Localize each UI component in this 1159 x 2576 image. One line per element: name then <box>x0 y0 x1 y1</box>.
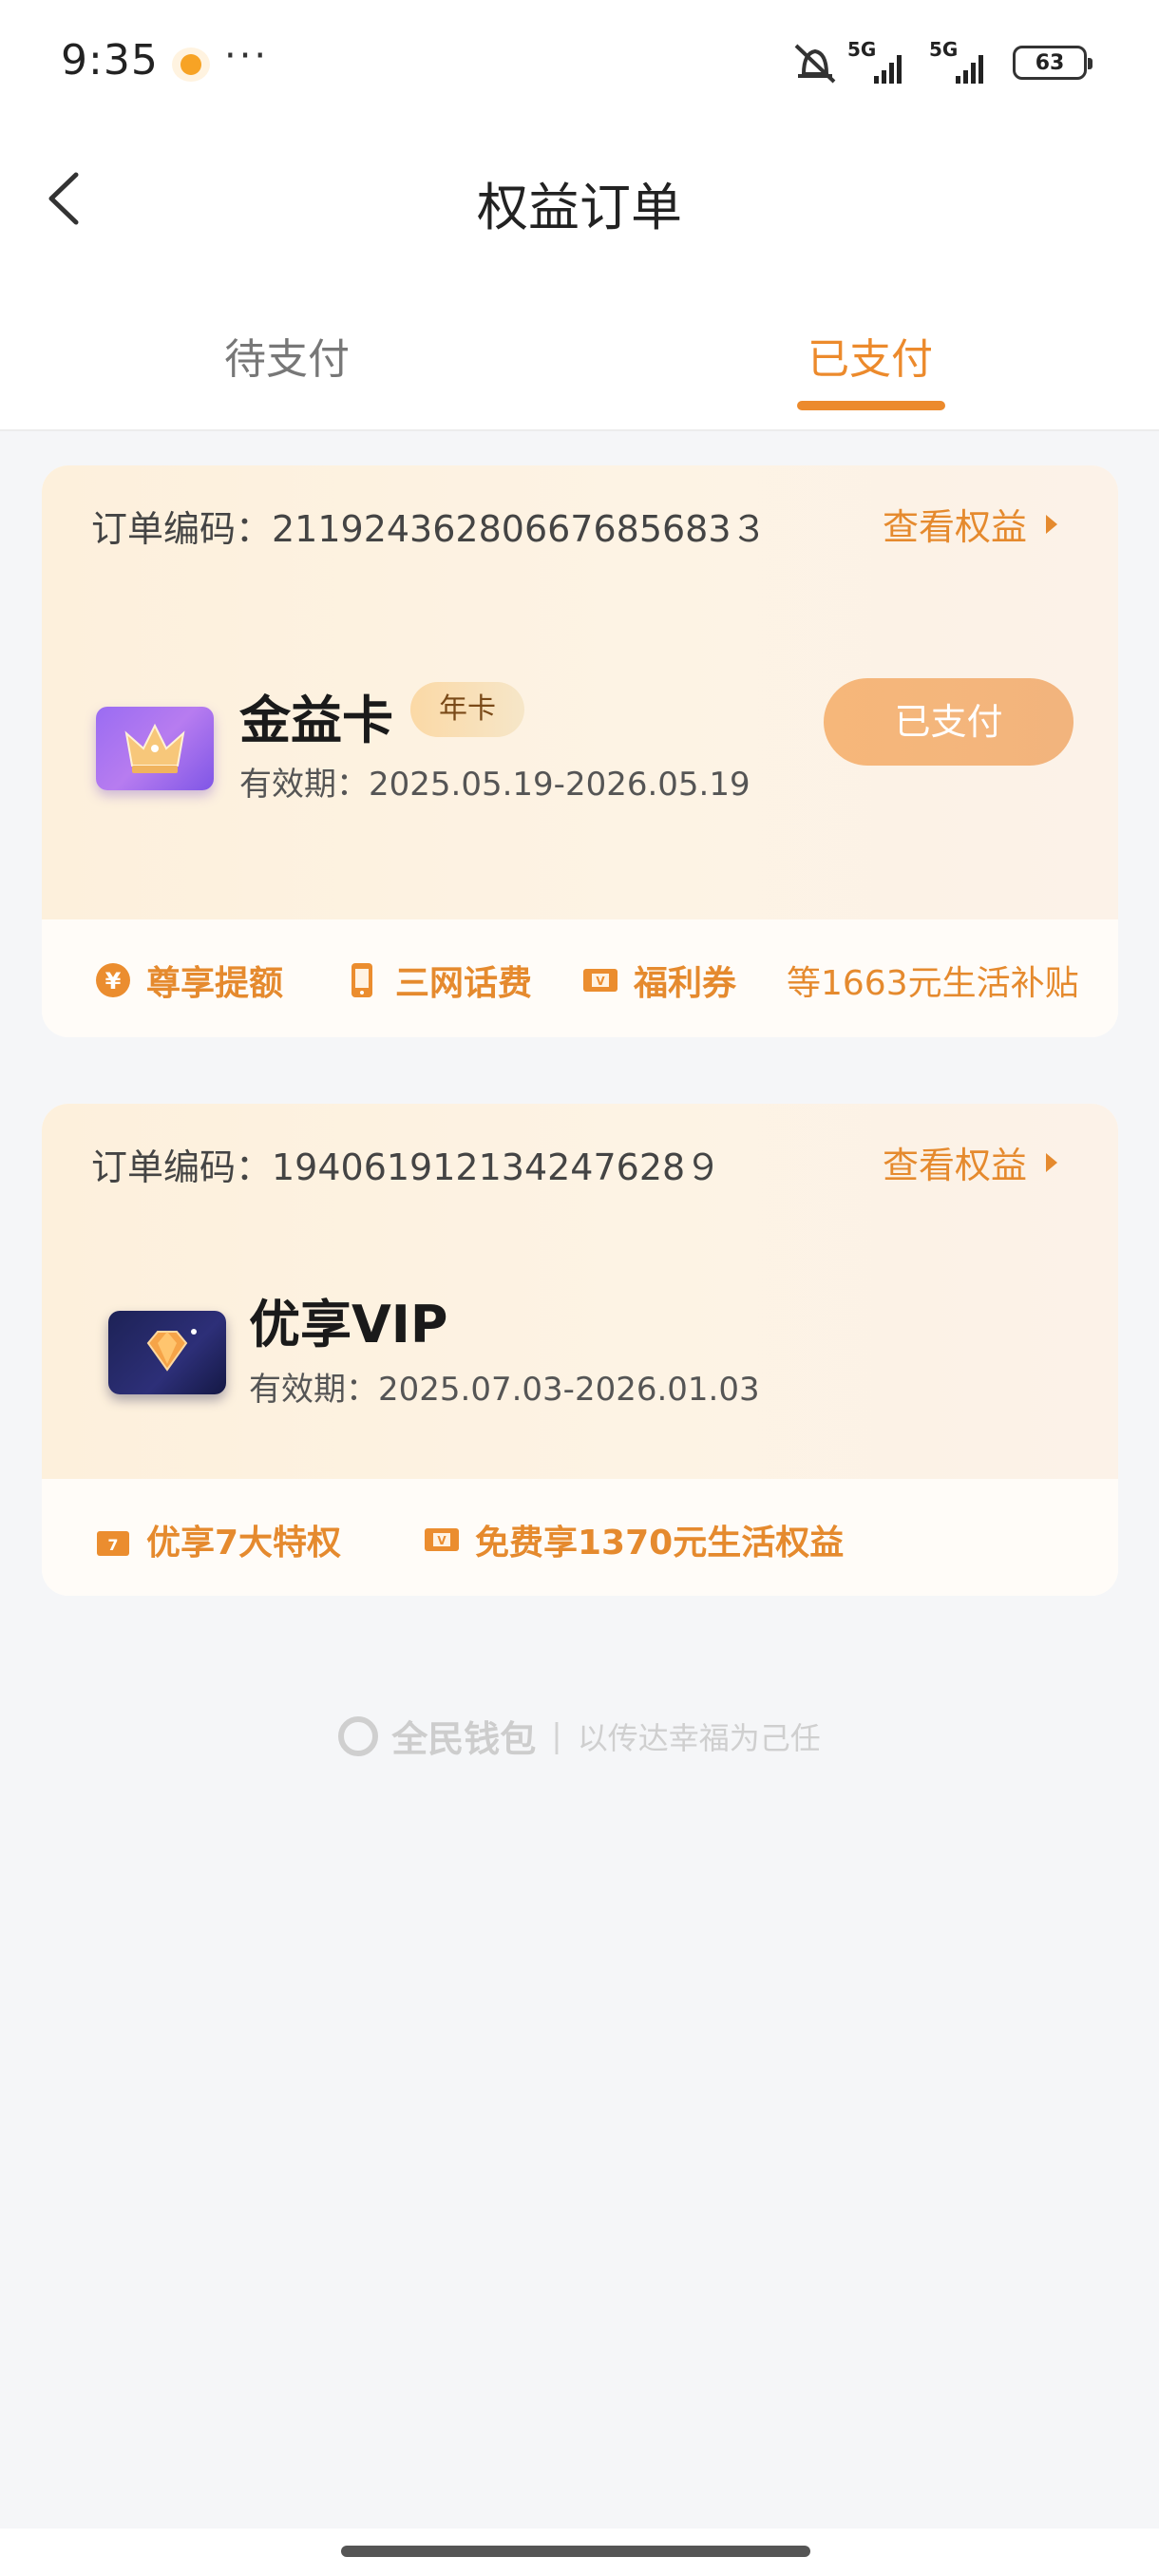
validity-period: 有效期：2025.05.19-2026.05.19 <box>239 766 750 804</box>
page-title: 权益订单 <box>477 178 682 237</box>
active-tab-indicator <box>797 401 945 410</box>
footer-brand: 全民钱包 | 以传达幸福为己任 <box>0 1710 1159 1762</box>
order-number: 订单编码：21192436280667685683３ <box>91 508 768 550</box>
vip-card-thumbnail <box>108 1311 226 1394</box>
svg-text:¥: ¥ <box>105 968 122 994</box>
home-indicator[interactable] <box>341 2546 810 2557</box>
product-name: 优享VIP <box>249 1295 448 1354</box>
svg-text:V: V <box>596 975 605 988</box>
benefit-item: 三网话费 <box>342 956 532 1005</box>
tab-pending[interactable]: 待支付 <box>224 325 350 386</box>
diamond-icon <box>146 1329 197 1372</box>
view-benefits-label: 查看权益 <box>882 1145 1027 1186</box>
view-benefits-link[interactable]: 查看权益 <box>883 1136 1057 1188</box>
view-benefits-label: 查看权益 <box>882 506 1027 548</box>
benefit-item: V 福利券 <box>580 956 736 1005</box>
app-notification-icon <box>172 47 210 82</box>
brand-logo-icon <box>338 1715 379 1756</box>
paid-status-button[interactable]: 已支付 <box>824 678 1074 766</box>
benefit-item: 7 优享7大特权 <box>93 1515 341 1564</box>
tab-paid[interactable]: 已支付 <box>808 325 933 386</box>
brand-separator: | <box>551 1716 562 1755</box>
battery-icon: 63 <box>1013 46 1092 80</box>
order-card-header: 订单编码：194061912134247628９ 查看权益 优享VIP 有效期：… <box>42 1104 1118 1479</box>
page-header: 权益订单 <box>0 123 1159 275</box>
svg-text:7: 7 <box>107 1536 118 1554</box>
order-number: 订单编码：194061912134247628９ <box>91 1146 722 1188</box>
benefits-strip: 7 优享7大特权 V 免费享1370元生活权益 <box>42 1479 1118 1596</box>
phone-icon <box>352 963 372 997</box>
triangle-right-icon <box>1046 1152 1057 1172</box>
gold-card-thumbnail <box>96 707 214 790</box>
benefits-strip: ¥ 尊享提额 三网话费 V 福利券 等1663元生活补贴 <box>42 919 1118 1037</box>
benefit-item: V 免费享1370元生活权益 <box>422 1515 844 1564</box>
coupon-icon: V <box>583 969 618 992</box>
triangle-right-icon <box>1046 514 1057 534</box>
status-bar: 9:35 ··· 5G 5G 63 <box>0 0 1159 123</box>
product-name: 金益卡 <box>239 691 393 750</box>
svg-text:V: V <box>437 1534 446 1547</box>
annual-card-badge: 年卡 <box>410 682 524 737</box>
tab-bar: 待支付 已支付 <box>0 275 1159 431</box>
order-card[interactable]: 订单编码：21192436280667685683３ 查看权益 金益卡 年卡 有… <box>42 465 1118 1037</box>
order-card-header: 订单编码：21192436280667685683３ 查看权益 金益卡 年卡 有… <box>42 465 1118 919</box>
yuan-up-icon: ¥ <box>96 963 130 997</box>
benefit-item: ¥ 尊享提额 <box>93 956 283 1005</box>
gift-icon: 7 <box>97 1531 129 1556</box>
coupon-icon: V <box>425 1528 459 1551</box>
view-benefits-link[interactable]: 查看权益 <box>883 498 1057 550</box>
crown-icon <box>124 723 185 773</box>
brand-slogan: 以传达幸福为己任 <box>577 1719 821 1756</box>
benefit-item: 等1663元生活补贴 <box>787 964 1079 1003</box>
more-notifications-icon: ··· <box>224 34 270 78</box>
order-card[interactable]: 订单编码：194061912134247628９ 查看权益 优享VIP 有效期：… <box>42 1104 1118 1596</box>
status-time: 9:35 <box>61 36 159 85</box>
brand-name: 全民钱包 <box>391 1718 537 1760</box>
validity-period: 有效期：2025.07.03-2026.01.03 <box>249 1371 760 1409</box>
mute-icon <box>794 44 836 84</box>
